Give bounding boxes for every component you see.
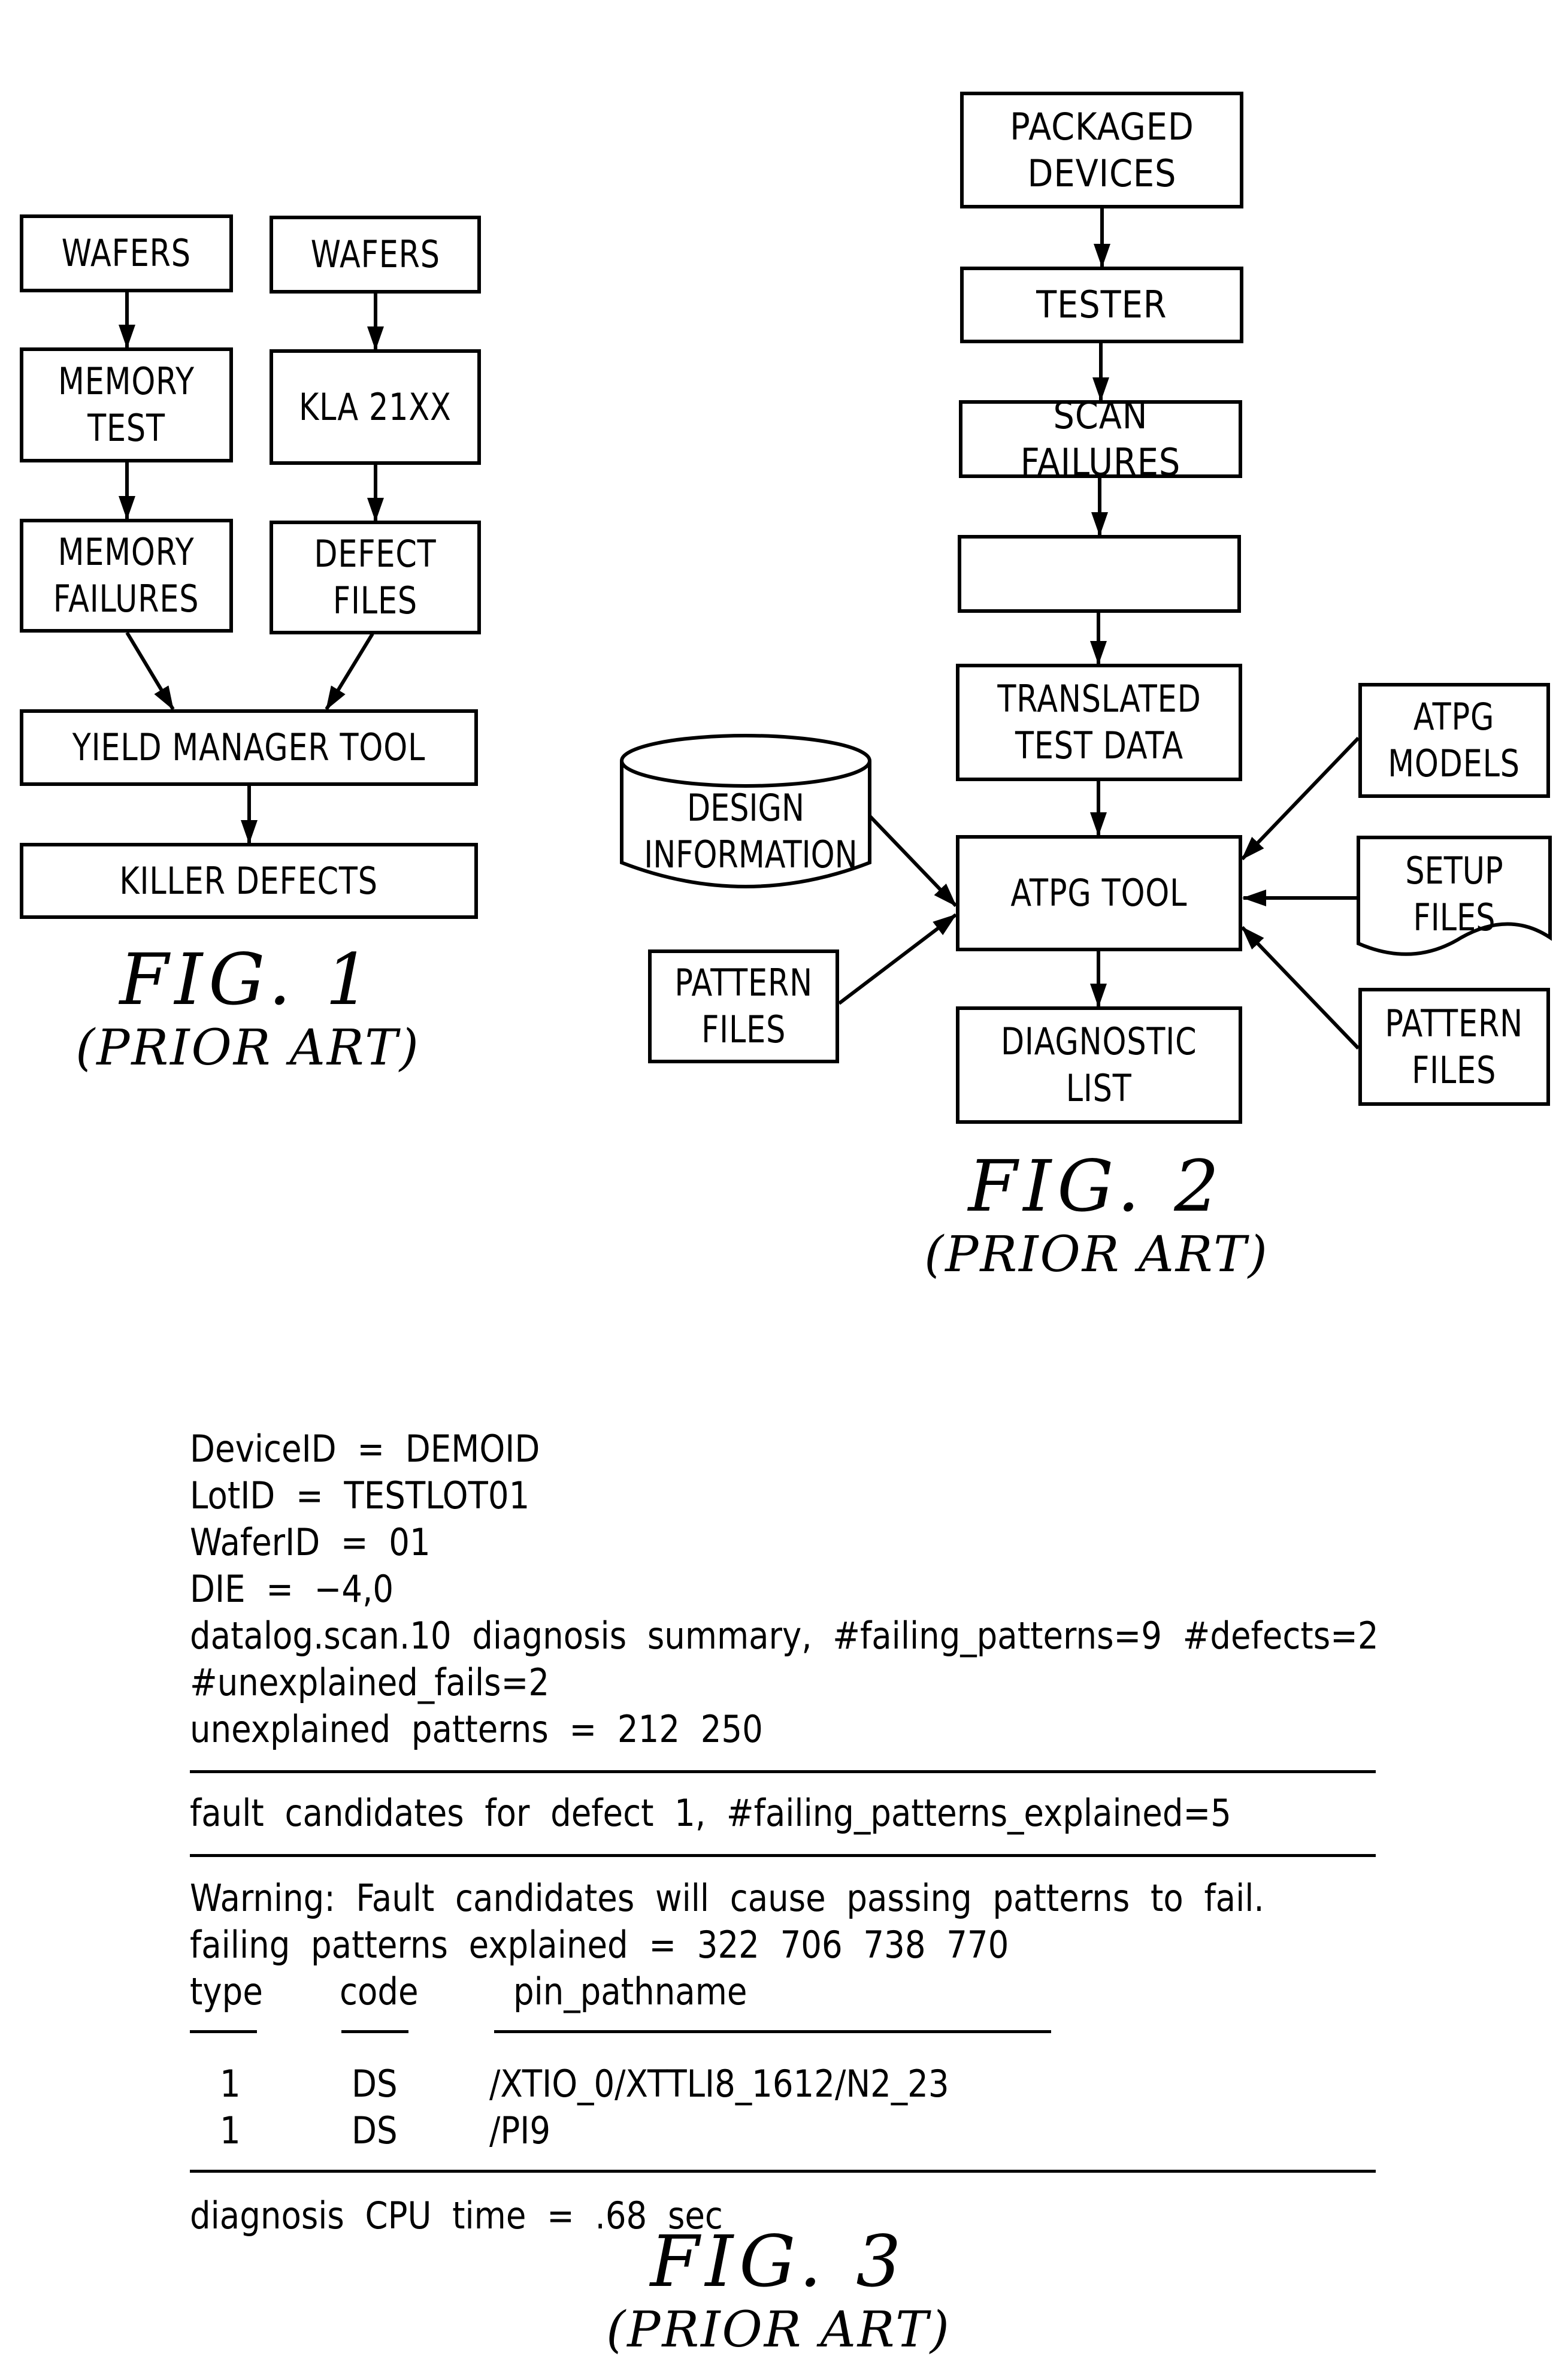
report-failing-patterns-explained: failing patterns explained = 322 706 738… — [190, 1923, 1009, 1967]
fig3-caption: FIG. 3 (PRIOR ART) — [599, 2222, 958, 2360]
fig2-blank-box — [958, 535, 1241, 613]
fig2-pattern-files-left-box: PATTERN FILES — [648, 949, 839, 1063]
fig3-title: FIG. 3 — [650, 2220, 907, 2303]
fig2-scan-failures-box: SCAN FAILURES — [959, 394, 1242, 484]
fig2-design-information-label: DESIGN INFORMATION — [644, 786, 858, 876]
fig2-prior-art: (PRIOR ART) — [924, 1226, 1269, 1283]
table-header-underline-code — [341, 2030, 408, 2033]
table-row-1-code: DS — [352, 2062, 398, 2106]
report-divider-1 — [190, 1770, 1376, 1773]
report-unexplained-patterns: unexplained patterns = 212 250 — [190, 1707, 763, 1751]
report-divider-2 — [190, 1854, 1376, 1857]
report-unexplained-fails: #unexplained_fails=2 — [190, 1661, 550, 1704]
fig2-setup-files-label: SETUP FILES — [1405, 849, 1503, 939]
fig1-defect-files-box: DEFECT FILES — [270, 521, 481, 634]
fig2-pattern-files-right-box: PATTERN FILES — [1358, 988, 1550, 1106]
table-header-pin-pathname: pin_pathname — [513, 1970, 747, 2013]
arrow-design-info-to-atpg-tool — [867, 813, 958, 908]
fig1-wafers-right-box: WAFERS — [270, 216, 481, 294]
fig2-translated-test-data-box: TRANSLATED TEST DATA — [956, 664, 1242, 781]
report-device-id: DeviceID = DEMOID — [190, 1427, 540, 1471]
fig1-caption: FIG. 1 (PRIOR ART) — [68, 940, 428, 1078]
connector-layer — [119, 208, 1552, 1050]
fig1-yield-manager-tool-box: YIELD MANAGER TOOL — [20, 709, 478, 786]
fig1-wafers-left-box: WAFERS — [20, 214, 233, 292]
patent-figure-sheet: WAFERS WAFERS MEMORY TEST KLA 21XX MEMOR… — [0, 0, 1568, 2374]
table-header-underline-pin-pathname — [494, 2030, 1051, 2033]
arrow-failures-to-yield-manager — [125, 631, 175, 710]
fig2-caption: FIG. 2 (PRIOR ART) — [917, 1147, 1276, 1285]
fig1-memory-test-box: MEMORY TEST — [20, 347, 233, 462]
fig1-prior-art: (PRIOR ART) — [75, 1020, 420, 1076]
fig2-atpg-models-box: ATPG MODELS — [1358, 683, 1550, 798]
report-lot-id: LotID = TESTLOT01 — [190, 1474, 530, 1517]
table-row-1-pin-pathname: /XTIO_0/XTTLI8_1612/N2_23 — [489, 2062, 949, 2106]
table-row-2-code: DS — [352, 2109, 398, 2152]
report-wafer-id: WaferID = 01 — [190, 1520, 431, 1564]
report-summary: datalog.scan.10 diagnosis summary, #fail… — [190, 1614, 1379, 1658]
fig2-packaged-devices-box: PACKAGED DEVICES — [960, 92, 1243, 208]
report-divider-3 — [190, 2170, 1376, 2173]
fig1-memory-failures-box: MEMORY FAILURES — [20, 519, 233, 633]
fig2-atpg-tool-box: ATPG TOOL — [956, 835, 1242, 951]
arrow-pattern-right-to-atpg-tool — [1240, 926, 1360, 1050]
arrow-defect-files-to-yield-manager — [325, 633, 374, 710]
fig1-killer-defects-box: KILLER DEFECTS — [20, 843, 478, 919]
fig2-title: FIG. 2 — [968, 1145, 1225, 1227]
table-row-1-type: 1 — [220, 2062, 241, 2106]
report-defect-candidates: fault candidates for defect 1, #failing_… — [190, 1791, 1231, 1835]
table-row-2-type: 1 — [220, 2109, 241, 2152]
table-row-2-pin-pathname: /PI9 — [489, 2109, 551, 2152]
fig1-kla-box: KLA 21XX — [270, 349, 481, 465]
table-header-code: code — [340, 1970, 419, 2013]
fig1-title: FIG. 1 — [119, 938, 377, 1021]
report-die: DIE = −4,0 — [190, 1567, 394, 1611]
arrow-atpg-models-to-atpg-tool — [1240, 736, 1360, 861]
fig3-prior-art: (PRIOR ART) — [606, 2302, 951, 2358]
table-header-underline-type — [190, 2030, 257, 2033]
report-warning: Warning: Fault candidates will cause pas… — [190, 1876, 1264, 1920]
arrow-pattern-left-to-atpg-tool — [838, 913, 957, 1005]
fig2-diagnostic-list-box: DIAGNOSTIC LIST — [956, 1006, 1242, 1124]
fig2-tester-box: TESTER — [960, 267, 1243, 343]
table-header-type: type — [190, 1970, 263, 2013]
